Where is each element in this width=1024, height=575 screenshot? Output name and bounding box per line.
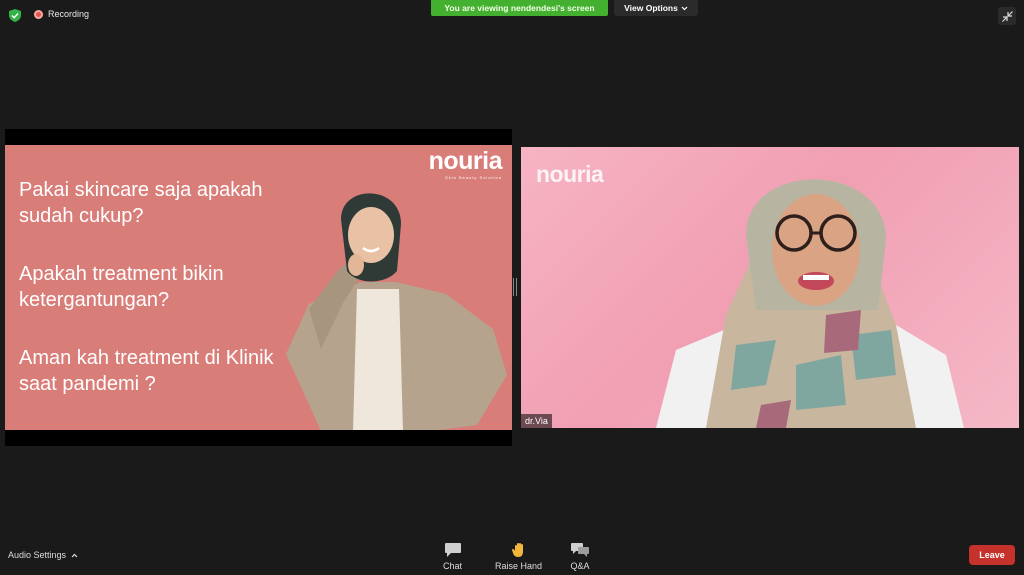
meeting-toolbar: Audio Settings Chat Raise Hand Q&A Leave [0, 536, 1024, 575]
participant-name-tag: dr.Via [521, 414, 552, 428]
slide-questions: Pakai skincare saja apakah sudah cukup? … [19, 177, 299, 429]
chevron-up-icon [71, 553, 78, 557]
recording-indicator[interactable]: Recording [34, 9, 89, 19]
raise-hand-icon [511, 543, 523, 557]
recording-label: Recording [48, 9, 90, 19]
audio-settings-button[interactable]: Audio Settings [8, 550, 78, 560]
view-options-label: View Options [624, 3, 678, 13]
video-logo: nouria [536, 161, 604, 187]
shared-screen: nouria Skin Beauty Solution Pakai skinca… [5, 129, 512, 446]
slide-question: Pakai skincare saja apakah sudah cukup? [19, 179, 263, 227]
recording-dot-icon [34, 9, 43, 19]
raise-hand-label: Raise Hand [495, 561, 543, 571]
view-options-button[interactable]: View Options [614, 0, 698, 16]
split-view-divider-handle[interactable] [513, 278, 517, 296]
meeting-top-bar: Recording You are viewing nendendesi's s… [0, 0, 1024, 30]
exit-fullscreen-button[interactable] [998, 7, 1016, 25]
model-photo [286, 193, 507, 430]
qa-icon [571, 543, 589, 557]
viewing-screen-banner: You are viewing nendendesi's screen [431, 0, 608, 16]
participant-video[interactable]: nouria dr.Via [521, 147, 1019, 428]
slide-question: Aman kah treatment di Klinik saat pandem… [19, 347, 274, 395]
slide-logo: nouria [428, 147, 503, 175]
security-shield-icon[interactable] [9, 9, 21, 22]
audio-settings-label: Audio Settings [8, 550, 67, 560]
exit-fullscreen-icon [1001, 10, 1013, 22]
raise-hand-button[interactable]: Raise Hand [495, 542, 542, 571]
participant-figure [656, 179, 964, 428]
chevron-down-icon [681, 6, 688, 10]
chat-button[interactable]: Chat [443, 542, 462, 571]
chat-icon [444, 543, 461, 557]
qa-label: Q&A [570, 561, 590, 571]
qa-button[interactable]: Q&A [570, 542, 590, 571]
leave-button[interactable]: Leave [969, 545, 1015, 565]
slide-question: Apakah treatment bikin ketergantungan? [19, 263, 224, 311]
presentation-slide: nouria Skin Beauty Solution Pakai skinca… [5, 145, 512, 430]
chat-label: Chat [443, 561, 463, 571]
